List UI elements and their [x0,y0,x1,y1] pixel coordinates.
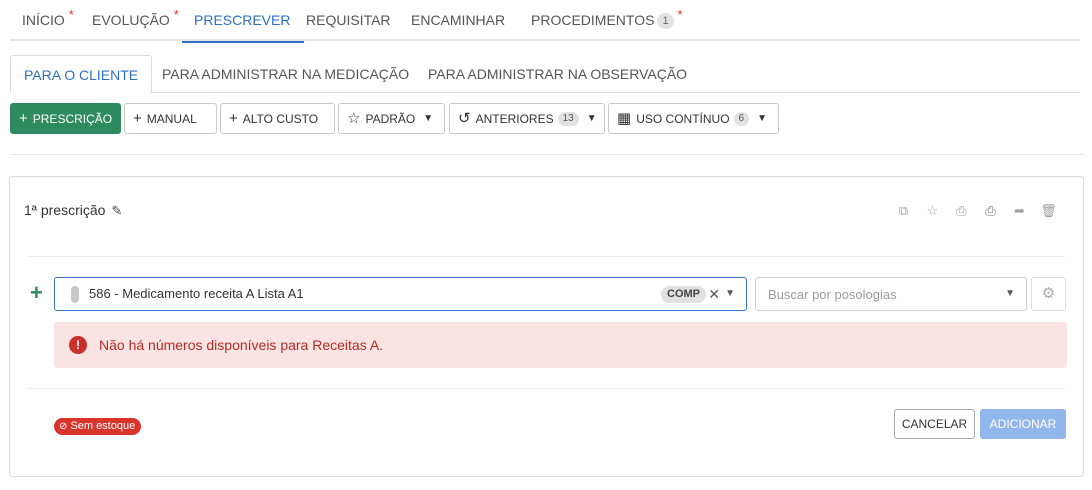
trash-icon[interactable]: 🗑 [1034,203,1063,219]
chevron-down-icon[interactable]: ▼ [725,278,735,310]
plus-icon: + [19,110,28,127]
tab-label: INÍCIO [22,12,65,28]
uso-continuo-dropdown[interactable]: ▦ USO CONTÍNUO 6 ▼ [608,103,779,134]
posology-select[interactable]: ▼ [755,277,1027,311]
tab-label: ENCAMINHAR [411,12,506,28]
calendar-icon: ▦ [617,110,632,127]
share-icon[interactable]: ➦ [1005,203,1034,219]
card-actions: ⧉ ☆ ⎙ ⎙ ➦ 🗑 [889,203,1063,219]
tab-label: PROCEDIMENTOS [531,12,655,28]
padrao-dropdown[interactable]: ☆ PADRÃO ▼ [338,103,445,134]
anteriores-dropdown[interactable]: ↺ ANTERIORES 13 ▼ [449,103,605,134]
subtab-para-o-cliente[interactable]: PARA O CLIENTE [10,55,153,94]
prescription-title-text: 1ª prescrição [24,202,106,218]
medication-value: 586 - Medicamento receita A Lista A1 [89,286,304,301]
tab-prescrever[interactable]: PRESCREVER [181,0,306,43]
gear-icon: ⚙ [1041,285,1056,302]
prescription-title: 1ª prescrição ✎ [24,202,122,219]
copy-icon[interactable]: ⧉ [889,203,918,219]
tab-evolucao[interactable]: EVOLUÇÃO * [92,0,179,41]
tab-label: REQUISITAR [306,12,391,28]
add-prescricao-button[interactable]: + PRESCRIÇÃO [10,103,121,134]
plus-icon: + [229,110,238,127]
posology-search-input[interactable] [768,278,988,310]
medication-form-tag: COMP [661,286,706,303]
medication-select[interactable]: 586 - Medicamento receita A Lista A1 COM… [54,277,747,311]
divider [28,256,1065,257]
button-label: PADRÃO [365,111,416,126]
out-of-stock-badge: ⊘ Sem estoque [54,418,142,435]
history-icon: ↺ [458,110,471,127]
cancel-button[interactable]: CANCELAR [894,409,975,439]
count-badge: 6 [733,111,750,126]
required-marker: * [677,7,683,22]
button-label: ANTERIORES [475,111,554,126]
subtab-label: PARA ADMINISTRAR NA MEDICAÇÃO [162,66,410,82]
required-marker: * [68,7,74,22]
count-badge: 1 [657,13,674,29]
pill-icon [71,286,79,303]
clear-icon[interactable]: ✕ [708,278,720,310]
pill-off-icon: ⊘ [59,421,68,432]
error-icon: ! [69,336,87,354]
button-label: MANUAL [146,111,197,126]
tab-procedimentos[interactable]: PROCEDIMENTOS 1 * [531,0,683,41]
error-alert: ! Não há números disponíveis para Receit… [54,322,1067,368]
divider [28,388,1065,389]
add-item-icon[interactable]: + [30,282,43,304]
count-badge: 13 [557,111,579,126]
button-label: PRESCRIÇÃO [32,111,113,126]
tab-label: PRESCREVER [194,12,291,28]
pencil-icon[interactable]: ✎ [111,203,122,218]
add-manual-button[interactable]: + MANUAL [124,103,217,134]
tab-label: EVOLUÇÃO [92,12,170,28]
star-icon: ☆ [347,110,361,127]
error-message: Não há números disponíveis para Receitas… [99,337,384,353]
print-icon[interactable]: ⎙ [947,203,976,219]
chevron-down-icon: ▼ [757,113,767,124]
divider [10,154,1084,155]
add-alto-custo-button[interactable]: + ALTO CUSTO [220,103,335,134]
star-icon[interactable]: ☆ [918,203,947,219]
tab-encaminhar[interactable]: ENCAMINHAR [411,0,505,41]
button-label: ALTO CUSTO [242,111,319,126]
required-marker: * [173,7,179,22]
chevron-down-icon[interactable]: ▼ [1005,278,1015,310]
subtab-label: PARA O CLIENTE [24,67,139,83]
settings-button[interactable]: ⚙ [1031,277,1066,311]
main-tabs: INÍCIO * EVOLUÇÃO * PRESCREVER REQUISITAR … [10,0,1080,43]
sub-tabs: PARA O CLIENTE PARA ADMINISTRAR NA MEDIC… [10,55,1080,94]
print-check-icon[interactable]: ⎙ [976,203,1005,219]
subtab-administrar-medicacao[interactable]: PARA ADMINISTRAR NA MEDICAÇÃO [162,55,409,93]
button-label: USO CONTÍNUO [636,111,730,126]
tab-inicio[interactable]: INÍCIO * [22,0,74,41]
plus-icon: + [133,110,142,127]
badge-label: Sem estoque [70,420,136,432]
subtab-administrar-observacao[interactable]: PARA ADMINISTRAR NA OBSERVAÇÃO [428,55,687,93]
chevron-down-icon: ▼ [586,113,597,124]
add-button[interactable]: ADICIONAR [980,409,1066,439]
tab-requisitar[interactable]: REQUISITAR [306,0,391,41]
prescription-card: 1ª prescrição ✎ ⧉ ☆ ⎙ ⎙ ➦ 🗑 + 586 - Medic… [9,176,1084,477]
chevron-down-icon: ▼ [423,113,434,124]
subtab-label: PARA ADMINISTRAR NA OBSERVAÇÃO [428,66,688,82]
